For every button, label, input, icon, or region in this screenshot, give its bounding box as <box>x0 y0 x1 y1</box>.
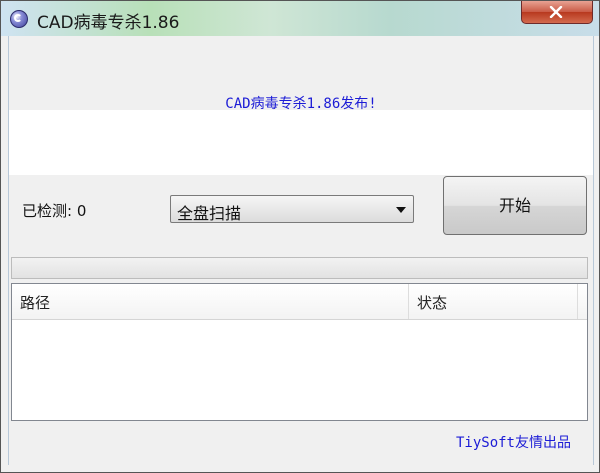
client-area: CAD病毒专杀1.86发布! 已检测: 0 全盘扫描 开始 路径 状态 TiyS… <box>8 36 594 465</box>
close-icon <box>549 6 563 18</box>
list-header: 路径 状态 <box>12 284 587 320</box>
window-title: CAD病毒专杀1.86 <box>37 13 180 33</box>
white-strip <box>9 110 593 175</box>
title-bar[interactable]: CAD病毒专杀1.86 <box>1 1 599 36</box>
app-icon <box>10 10 28 28</box>
start-button[interactable]: 开始 <box>443 176 587 235</box>
scan-mode-dropdown[interactable]: 全盘扫描 <box>170 195 414 223</box>
column-header-status[interactable]: 状态 <box>409 284 578 319</box>
app-window: CAD病毒专杀1.86 CAD病毒专杀1.86发布! 已检测: 0 全盘扫描 开… <box>0 0 600 473</box>
credit-text: TiySoft友情出品 <box>455 435 571 451</box>
detected-count-label: 已检测: 0 <box>22 202 87 220</box>
scan-mode-value: 全盘扫描 <box>177 204 242 223</box>
results-list[interactable]: 路径 状态 <box>11 283 588 421</box>
dropdown-arrow-icon <box>396 207 406 213</box>
column-header-path[interactable]: 路径 <box>12 284 409 319</box>
close-button[interactable] <box>521 1 593 24</box>
banner: CAD病毒专杀1.86发布! <box>9 36 593 112</box>
scan-progress-bar <box>11 257 588 279</box>
column-label-status: 状态 <box>417 294 448 312</box>
column-label-path: 路径 <box>20 294 51 312</box>
